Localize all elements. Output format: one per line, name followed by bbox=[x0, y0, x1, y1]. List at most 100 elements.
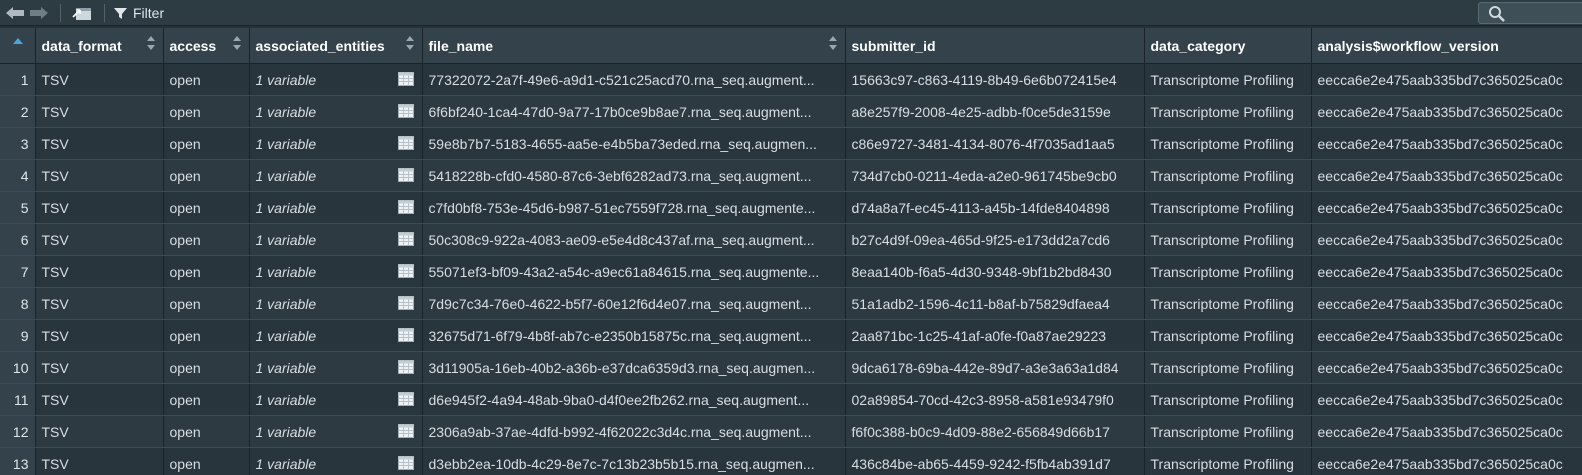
row-number[interactable]: 13 bbox=[0, 447, 36, 475]
cell-data-category[interactable]: Transcriptome Profiling bbox=[1144, 255, 1312, 288]
cell-data-format[interactable]: TSV bbox=[35, 287, 164, 320]
cell-submitter-id[interactable]: 436c84be-ab65-4459-9242-f5fb4ab391d7 bbox=[845, 447, 1145, 475]
column-header-access[interactable]: access bbox=[163, 28, 250, 64]
cell-submitter-id[interactable]: 9dca6178-69ba-442e-89d7-a3e3a63a1d84 bbox=[845, 351, 1145, 384]
row-number[interactable]: 2 bbox=[0, 95, 36, 128]
cell-access[interactable]: open bbox=[163, 127, 250, 160]
table-row[interactable]: 7 TSV open 1 variable 55071ef3-bf09-43a2-a54… bbox=[0, 255, 1582, 288]
cell-submitter-id[interactable]: b27c4d9f-09ea-465d-9f25-e173dd2a7cd6 bbox=[845, 223, 1145, 256]
cell-file-name[interactable]: c7fd0bf8-753e-45d6-b987-51ec7559f728.rna… bbox=[422, 191, 846, 224]
cell-workflow-version[interactable]: eecca6e2e475aab335bd7c365025ca0c bbox=[1311, 415, 1582, 448]
table-row[interactable]: 3 TSV open 1 variable 59e8b7b7-5183-4655-aa5… bbox=[0, 127, 1582, 160]
cell-access[interactable]: open bbox=[163, 191, 250, 224]
cell-access[interactable]: open bbox=[163, 319, 250, 352]
cell-workflow-version[interactable]: eecca6e2e475aab335bd7c365025ca0c bbox=[1311, 95, 1582, 128]
cell-workflow-version[interactable]: eecca6e2e475aab335bd7c365025ca0c bbox=[1311, 223, 1582, 256]
cell-submitter-id[interactable]: 2aa871bc-1c25-41af-a0fe-f0a87ae29223 bbox=[845, 319, 1145, 352]
cell-data-format[interactable]: TSV bbox=[35, 95, 164, 128]
cell-submitter-id[interactable]: a8e257f9-2008-4e25-adbb-f0ce5de3159e bbox=[845, 95, 1145, 128]
cell-data-format[interactable]: TSV bbox=[35, 415, 164, 448]
cell-submitter-id[interactable]: 51a1adb2-1596-4c11-b8af-b75829dfaea4 bbox=[845, 287, 1145, 320]
cell-workflow-version[interactable]: eecca6e2e475aab335bd7c365025ca0c bbox=[1311, 191, 1582, 224]
cell-workflow-version[interactable]: eecca6e2e475aab335bd7c365025ca0c bbox=[1311, 127, 1582, 160]
table-row[interactable]: 6 TSV open 1 variable 50c308c9-922a-4083-ae0… bbox=[0, 223, 1582, 256]
cell-workflow-version[interactable]: eecca6e2e475aab335bd7c365025ca0c bbox=[1311, 159, 1582, 192]
cell-data-category[interactable]: Transcriptome Profiling bbox=[1144, 415, 1312, 448]
table-row[interactable]: 9 TSV open 1 variable 32675d71-6f79-4b8f-ab7… bbox=[0, 319, 1582, 352]
cell-access[interactable]: open bbox=[163, 351, 250, 384]
cell-file-name[interactable]: 5418228b-cfd0-4580-87c6-3ebf6282ad73.rna… bbox=[422, 159, 846, 192]
view-table-icon[interactable] bbox=[397, 104, 414, 121]
cell-associated-entities[interactable]: 1 variable bbox=[249, 351, 423, 384]
cell-access[interactable]: open bbox=[163, 255, 250, 288]
view-table-icon[interactable] bbox=[397, 360, 414, 377]
row-number[interactable]: 6 bbox=[0, 223, 36, 256]
cell-associated-entities[interactable]: 1 variable bbox=[249, 191, 423, 224]
cell-associated-entities[interactable]: 1 variable bbox=[249, 159, 423, 192]
data-grid[interactable]: data_format access associated_entities f… bbox=[0, 28, 1582, 475]
cell-file-name[interactable]: 50c308c9-922a-4083-ae09-e5e4d8c437af.rna… bbox=[422, 223, 846, 256]
cell-access[interactable]: open bbox=[163, 95, 250, 128]
cell-access[interactable]: open bbox=[163, 287, 250, 320]
cell-data-format[interactable]: TSV bbox=[35, 351, 164, 384]
table-row[interactable]: 13 TSV open 1 variable d3ebb2ea-10db-4c29-8e… bbox=[0, 447, 1582, 475]
table-row[interactable]: 4 TSV open 1 variable 5418228b-cfd0-4580-87c… bbox=[0, 159, 1582, 192]
table-row[interactable]: 5 TSV open 1 variable c7fd0bf8-753e-45d6-b98… bbox=[0, 191, 1582, 224]
cell-data-category[interactable]: Transcriptome Profiling bbox=[1144, 319, 1312, 352]
table-row[interactable]: 12 TSV open 1 variable 2306a9ab-37ae-4dfd-b9… bbox=[0, 415, 1582, 448]
cell-file-name[interactable]: 7d9c7c34-76e0-4622-b5f7-60e12f6d4e07.rna… bbox=[422, 287, 846, 320]
cell-data-category[interactable]: Transcriptome Profiling bbox=[1144, 159, 1312, 192]
row-number[interactable]: 9 bbox=[0, 319, 36, 352]
cell-workflow-version[interactable]: eecca6e2e475aab335bd7c365025ca0c bbox=[1311, 447, 1582, 475]
column-header-rownum[interactable] bbox=[0, 28, 36, 64]
cell-associated-entities[interactable]: 1 variable bbox=[249, 287, 423, 320]
cell-workflow-version[interactable]: eecca6e2e475aab335bd7c365025ca0c bbox=[1311, 383, 1582, 416]
column-header-workflow-version[interactable]: analysis$workflow_version bbox=[1311, 28, 1582, 64]
cell-data-category[interactable]: Transcriptome Profiling bbox=[1144, 191, 1312, 224]
cell-file-name[interactable]: 55071ef3-bf09-43a2-a54c-a9ec61a84615.rna… bbox=[422, 255, 846, 288]
row-number[interactable]: 3 bbox=[0, 127, 36, 160]
row-number[interactable]: 11 bbox=[0, 383, 36, 416]
cell-file-name[interactable]: 2306a9ab-37ae-4dfd-b992-4f62022c3d4c.rna… bbox=[422, 415, 846, 448]
row-number[interactable]: 7 bbox=[0, 255, 36, 288]
cell-data-format[interactable]: TSV bbox=[35, 127, 164, 160]
view-table-icon[interactable] bbox=[397, 456, 414, 473]
cell-data-category[interactable]: Transcriptome Profiling bbox=[1144, 383, 1312, 416]
cell-workflow-version[interactable]: eecca6e2e475aab335bd7c365025ca0c bbox=[1311, 255, 1582, 288]
filter-button[interactable]: Filter bbox=[114, 2, 164, 24]
row-number[interactable]: 5 bbox=[0, 191, 36, 224]
column-header-associated-entities[interactable]: associated_entities bbox=[249, 28, 423, 64]
cell-associated-entities[interactable]: 1 variable bbox=[249, 447, 423, 475]
column-header-file-name[interactable]: file_name bbox=[422, 28, 846, 64]
table-row[interactable]: 2 TSV open 1 variable 6f6bf240-1ca4-47d0-9a7… bbox=[0, 95, 1582, 128]
cell-data-format[interactable]: TSV bbox=[35, 383, 164, 416]
view-table-icon[interactable] bbox=[397, 168, 414, 185]
cell-submitter-id[interactable]: d74a8a7f-ec45-4113-a45b-14fde8404898 bbox=[845, 191, 1145, 224]
search-input[interactable] bbox=[1511, 3, 1582, 25]
cell-access[interactable]: open bbox=[163, 415, 250, 448]
cell-access[interactable]: open bbox=[163, 383, 250, 416]
row-number[interactable]: 4 bbox=[0, 159, 36, 192]
cell-submitter-id[interactable]: 8eaa140b-f6a5-4d30-9348-9bf1b2bd8430 bbox=[845, 255, 1145, 288]
cell-data-category[interactable]: Transcriptome Profiling bbox=[1144, 63, 1312, 96]
table-row[interactable]: 1 TSV open 1 variable 77322072-2a7f-49e6-a9d… bbox=[0, 63, 1582, 96]
cell-access[interactable]: open bbox=[163, 447, 250, 475]
cell-submitter-id[interactable]: 15663c97-c863-4119-8b49-6e6b072415e4 bbox=[845, 63, 1145, 96]
cell-associated-entities[interactable]: 1 variable bbox=[249, 95, 423, 128]
cell-submitter-id[interactable]: f6f0c388-b0c9-4d09-88e2-656849d66b17 bbox=[845, 415, 1145, 448]
cell-data-category[interactable]: Transcriptome Profiling bbox=[1144, 447, 1312, 475]
cell-associated-entities[interactable]: 1 variable bbox=[249, 255, 423, 288]
row-number[interactable]: 8 bbox=[0, 287, 36, 320]
cell-submitter-id[interactable]: 02a89854-70cd-42c3-8958-a581e93479f0 bbox=[845, 383, 1145, 416]
cell-data-format[interactable]: TSV bbox=[35, 255, 164, 288]
column-header-data-category[interactable]: data_category bbox=[1144, 28, 1312, 64]
cell-workflow-version[interactable]: eecca6e2e475aab335bd7c365025ca0c bbox=[1311, 319, 1582, 352]
view-table-icon[interactable] bbox=[397, 72, 414, 89]
cell-data-category[interactable]: Transcriptome Profiling bbox=[1144, 223, 1312, 256]
row-number[interactable]: 1 bbox=[0, 63, 36, 96]
cell-data-category[interactable]: Transcriptome Profiling bbox=[1144, 127, 1312, 160]
view-table-icon[interactable] bbox=[397, 136, 414, 153]
cell-data-format[interactable]: TSV bbox=[35, 319, 164, 352]
cell-workflow-version[interactable]: eecca6e2e475aab335bd7c365025ca0c bbox=[1311, 351, 1582, 384]
cell-data-category[interactable]: Transcriptome Profiling bbox=[1144, 351, 1312, 384]
